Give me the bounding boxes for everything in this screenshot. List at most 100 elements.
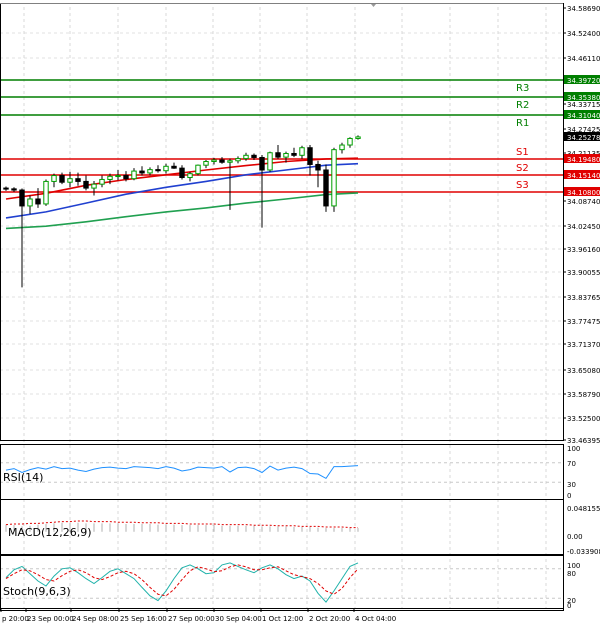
price-tick-label: 34.08740 (567, 198, 600, 206)
candle-body (163, 165, 169, 172)
candle-body (187, 173, 193, 179)
time-tick-label: 1 Oct 12:00 (262, 615, 303, 623)
candle-body (307, 147, 313, 165)
candle-body (291, 152, 297, 156)
price-tick-label: 33.90055 (567, 269, 600, 277)
price-tick-label: 34.58690 (567, 5, 600, 13)
time-tick-label: 25 Sep 16:00 (120, 615, 167, 623)
rsi-tick-label: 0 (567, 492, 571, 500)
candle (267, 151, 273, 172)
candle (315, 160, 321, 188)
candle-body (107, 175, 113, 180)
macd-label: MACD(12,26,9) (8, 526, 92, 539)
price-tick-label: 34.19480 (567, 156, 600, 164)
level-label-s1: S1 (516, 147, 529, 158)
candle (275, 145, 281, 159)
candle (99, 175, 105, 188)
rsi-tick-label: 100 (567, 445, 580, 453)
candle (131, 168, 137, 181)
candle-body (75, 178, 81, 182)
candle (203, 160, 209, 169)
candle-body (259, 156, 265, 171)
stoch-tick-label: 80 (567, 570, 576, 578)
macd-tick-label: -0.033908 (567, 548, 600, 556)
candle-body (283, 152, 289, 158)
candle-body (43, 180, 49, 205)
stoch-tick-label: 0 (567, 602, 571, 610)
price-tick-label: 33.52500 (567, 415, 600, 423)
time-tick-label: p 20:00 (2, 615, 29, 623)
rsi-tick-label: 70 (567, 460, 576, 468)
level-label-s2: S2 (516, 163, 529, 174)
level-label-r1: R1 (516, 118, 529, 129)
candle-body (27, 198, 33, 207)
candle-body (115, 175, 121, 178)
candle-body (3, 187, 9, 190)
candle-body (83, 180, 89, 189)
rsi-label: RSI(14) (3, 471, 43, 484)
time-tick-label: 2 Oct 20:00 (309, 615, 350, 623)
candle-body (219, 159, 225, 163)
candle-body (171, 165, 177, 169)
candle-body (155, 169, 161, 172)
time-tick-label: 4 Oct 04:00 (355, 615, 396, 623)
candle (291, 147, 297, 158)
candle (179, 165, 185, 180)
candle-body (99, 178, 105, 185)
stoch-label: Stoch(9,6,3) (3, 585, 71, 598)
candle (187, 171, 193, 182)
candle (195, 164, 201, 176)
price-tick-label: 33.46395 (567, 437, 600, 445)
candle-body (339, 144, 345, 151)
candle-body (195, 164, 201, 175)
candle-body (275, 152, 281, 158)
rsi-line (5, 465, 359, 480)
candle (19, 188, 25, 288)
candle (3, 186, 9, 191)
candle (67, 171, 73, 188)
candle (83, 175, 89, 191)
time-tick-label: 24 Sep 08:00 (72, 615, 119, 623)
candle (43, 179, 49, 206)
moving-average-line-2 (5, 192, 359, 230)
candle (27, 195, 33, 214)
pivot-levels: R3 R2 R1 S1 S2 S3 (0, 79, 563, 193)
candle-body (331, 149, 337, 207)
price-tick-label: 34.15140 (567, 172, 600, 180)
candle (307, 145, 313, 176)
indicator-labels: RSI(14) MACD(12,26,9) Stoch(9,6,3) (3, 471, 92, 598)
candle-body (227, 160, 233, 163)
time-tick-label: 30 Sep 04:00 (215, 615, 262, 623)
candle (299, 145, 305, 159)
price-tick-label: 33.83765 (567, 294, 600, 302)
candle-body (299, 147, 305, 156)
price-tick-label: 34.33715 (567, 101, 600, 109)
candle-body (131, 170, 137, 180)
candle (339, 142, 345, 154)
candle-body (267, 152, 273, 171)
scroll-marker-icon (371, 4, 376, 7)
price-tick-label: 34.46110 (567, 55, 600, 63)
price-axis: 34.5869034.5240034.4611034.3972034.35380… (563, 5, 600, 610)
macd-tick-label: 0.048155 (567, 505, 600, 513)
candle (163, 163, 169, 174)
panel-frames (0, 3, 564, 611)
candle (35, 188, 41, 208)
candle-body (123, 175, 129, 180)
price-tick-label: 33.71370 (567, 341, 600, 349)
candle-body (355, 136, 361, 139)
candle (227, 158, 233, 210)
stoch-panel-frame (0, 555, 564, 611)
rsi-panel-frame (0, 444, 564, 500)
candle-body (91, 183, 97, 189)
price-tick-label: 33.77475 (567, 318, 600, 326)
price-tick-label: 34.39720 (567, 77, 600, 85)
candle (235, 156, 241, 164)
candle (331, 147, 337, 212)
candle-body (35, 198, 41, 205)
candle-body (315, 163, 321, 171)
candle-body (347, 137, 353, 146)
candle (347, 137, 353, 148)
time-tick-label: 27 Sep 00:00 (168, 615, 215, 623)
price-tick-label: 34.31040 (567, 112, 600, 120)
